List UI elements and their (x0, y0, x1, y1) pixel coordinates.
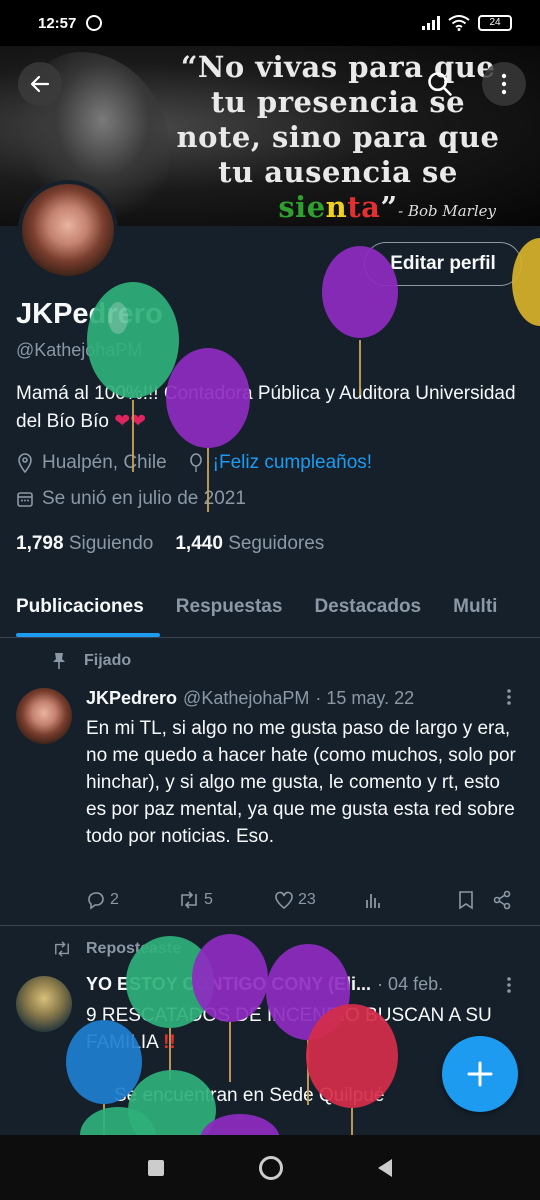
tweet-author[interactable]: JKPedrero (86, 688, 177, 709)
more-vertical-icon (507, 689, 511, 705)
balloon-icon (200, 1114, 280, 1135)
calendar-icon (16, 490, 34, 508)
more-vertical-icon (507, 977, 511, 993)
views-button[interactable] (364, 891, 458, 909)
pin-icon (53, 653, 65, 669)
tweet-avatar[interactable] (16, 688, 72, 744)
profile-location: Hualpén, Chile (42, 452, 167, 473)
tweet-handle: @KathejohaPM (183, 688, 310, 708)
bio-hearts: ❤❤ (114, 411, 147, 432)
quote-line: note, sino para que (176, 120, 500, 154)
following-label: Siguiendo (68, 533, 154, 554)
tweet-divider (0, 925, 540, 926)
tweet-author[interactable]: YO ESTOY CONTIGO CONY (Eli... (86, 974, 371, 995)
quote-word-green: sie (278, 190, 326, 224)
status-bar: 12:57 24 (0, 0, 540, 46)
like-button[interactable]: 23 (274, 891, 364, 909)
profile-handle: @KathejohaPM (16, 340, 143, 360)
more-vertical-icon (501, 73, 507, 95)
profile-bio: Mamá al 100%!!! Contadora Pública y Audi… (16, 380, 516, 436)
tab-respuestas[interactable]: Respuestas (160, 578, 299, 637)
status-icons: 24 (422, 15, 512, 31)
more-options-button[interactable] (482, 62, 526, 106)
following-link[interactable]: 1,798 Siguiendo (16, 533, 153, 555)
tweet-header: YO ESTOY CONTIGO CONY (Eli... · 04 feb. (86, 974, 443, 995)
heart-icon (275, 891, 293, 909)
wifi-icon (448, 15, 470, 31)
profile-avatar[interactable] (18, 180, 118, 280)
profile-joined: Se unió en julio de 2021 (42, 488, 246, 509)
back-nav-button[interactable] (378, 1158, 393, 1177)
like-count: 23 (298, 891, 316, 908)
following-count: 1,798 (16, 533, 64, 554)
reply-button[interactable]: 2 (86, 890, 178, 910)
balloon-icon (80, 1107, 156, 1135)
pinned-label: Fijado (84, 652, 132, 669)
tweet-more-button[interactable] (506, 688, 512, 712)
reply-icon (88, 892, 104, 910)
tweet-text-fragment: FAMILIA (86, 1032, 158, 1053)
bar-chart-icon (366, 894, 380, 908)
quote-word-yellow: n (325, 190, 348, 224)
home-button[interactable] (258, 1155, 283, 1180)
search-icon (428, 72, 452, 96)
tweet-text: En mi TL, si algo no me gusta paso de la… (86, 718, 516, 847)
repost-icon (181, 891, 197, 909)
repost-label: Reposteaste (86, 940, 182, 957)
back-button[interactable] (18, 62, 62, 106)
profile-joined-row: Se unió en julio de 2021 (16, 488, 246, 510)
quote-line: “No vivas para que (180, 50, 496, 84)
share-button[interactable] (492, 890, 512, 910)
quote-line: tu presencia se (210, 85, 466, 119)
followers-label: Seguidores (228, 533, 325, 554)
balloon-icon (187, 453, 205, 472)
profile-tabs: Publicaciones Respuestas Destacados Mult… (0, 578, 540, 638)
tweet-header: JKPedrero @KathejohaPM · 15 may. 22 (86, 688, 414, 709)
repost-icon (55, 941, 69, 957)
bio-text: Mamá al 100%!!! Contadora Pública y Audi… (16, 383, 516, 432)
alarm-icon (86, 15, 103, 31)
tweet-actions: 2 5 23 (86, 890, 526, 910)
search-button[interactable] (418, 62, 462, 106)
signal-icon (422, 16, 440, 30)
follow-stats: 1,798 Siguiendo 1,440 Seguidores (16, 533, 324, 555)
quote-close-mark: ” (380, 190, 398, 224)
followers-count: 1,440 (175, 533, 223, 554)
tweet-date: · 04 feb. (377, 974, 444, 994)
tweet-date: · 15 may. 22 (315, 688, 415, 708)
tab-multimedia[interactable]: Multi (437, 578, 513, 637)
arrow-left-icon (30, 75, 50, 93)
recents-button[interactable] (147, 1159, 164, 1176)
tab-publicaciones[interactable]: Publicaciones (0, 578, 160, 637)
location-pin-icon (16, 453, 34, 473)
tweet-text-line: 9 RESCATADOS DE INCENDIO BUSCAN A SU (86, 1005, 492, 1026)
tab-destacados[interactable]: Destacados (298, 578, 437, 637)
banner-quote: “No vivas para que tu presencia se note,… (158, 50, 518, 225)
bookmark-button[interactable] (458, 890, 492, 910)
tweet-more-button[interactable] (506, 976, 512, 1000)
quote-word-red: ta (347, 190, 381, 224)
system-nav-bar (0, 1135, 540, 1200)
pinned-indicator: Fijado (52, 652, 131, 670)
status-time: 12:57 (38, 14, 77, 32)
exclamation-icon: !! (163, 1032, 176, 1053)
edit-profile-button[interactable]: Editar perfil (364, 242, 522, 286)
profile-name: JKPedrero (16, 298, 163, 330)
quote-line: tu ausencia se (218, 155, 458, 189)
repost-count: 5 (204, 891, 213, 908)
reply-count: 2 (110, 891, 119, 908)
repost-indicator: Reposteaste (52, 940, 181, 958)
profile-meta-row: Hualpén, Chile ¡Feliz cumpleaños! (16, 452, 372, 474)
plus-icon (467, 1061, 493, 1087)
followers-link[interactable]: 1,440 Seguidores (175, 533, 324, 555)
quote-author: - Bob Marley (398, 202, 496, 220)
tweet-avatar[interactable] (16, 976, 72, 1032)
battery-icon: 24 (478, 15, 512, 31)
bookmark-icon (459, 891, 473, 910)
share-icon (493, 890, 511, 910)
compose-button[interactable] (442, 1036, 518, 1112)
repost-button[interactable]: 5 (178, 891, 274, 909)
birthday-link[interactable]: ¡Feliz cumpleaños! (213, 452, 372, 474)
